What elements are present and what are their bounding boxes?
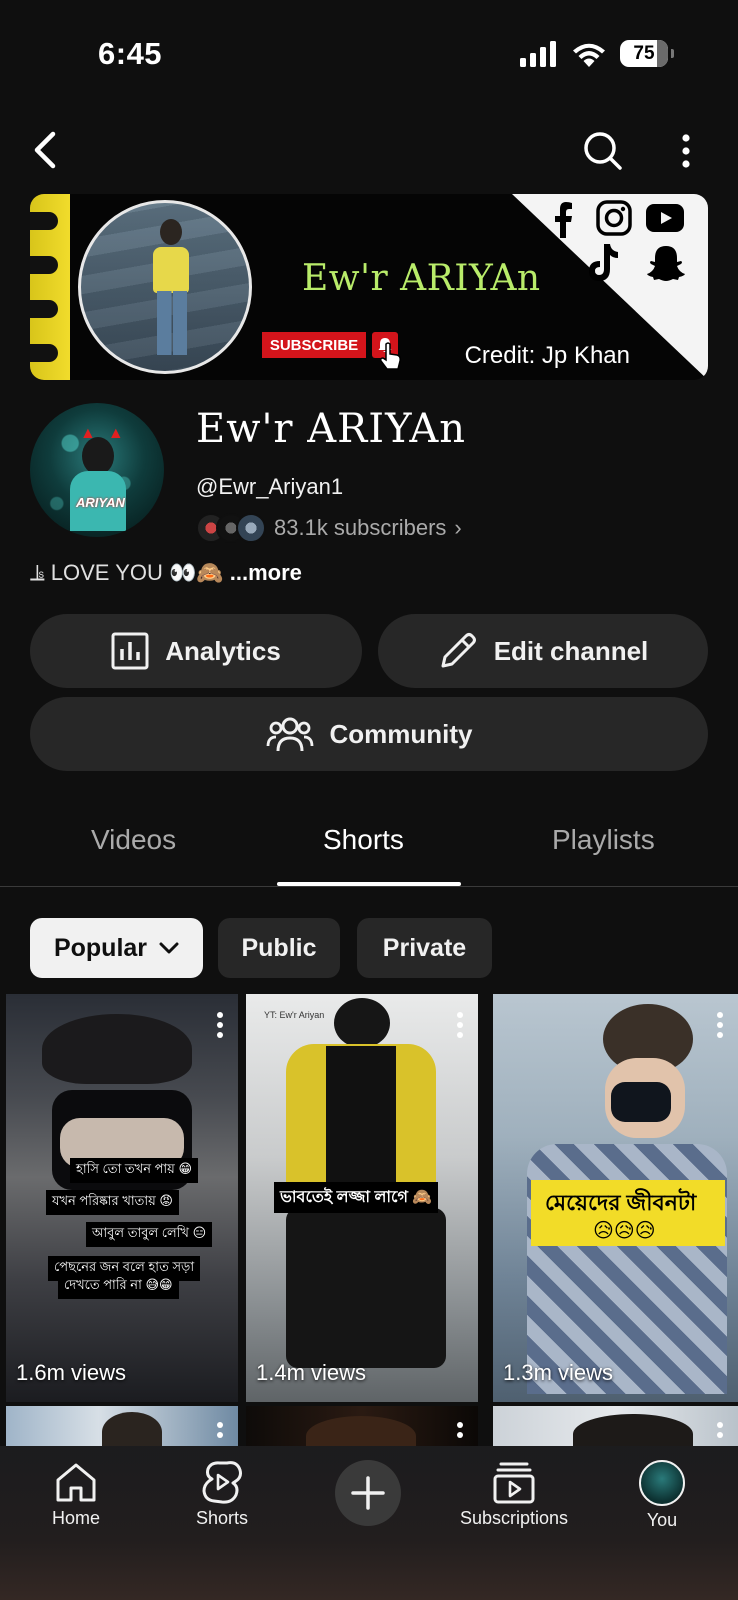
short-more-icon[interactable] (456, 1422, 464, 1446)
short-views: 1.3m views (503, 1360, 614, 1385)
more-options-button[interactable] (666, 128, 706, 174)
tab-playlists[interactable]: Playlists (552, 824, 655, 856)
short-caption: YT: Ew'r Ariyan (264, 1010, 325, 1020)
facebook-icon (555, 202, 572, 238)
short-thumbnail[interactable]: মেয়েদের জীবনটা 😥😥😥 1.3m views (493, 994, 738, 1402)
channel-avatar[interactable]: ▲▲ ARIYAN (30, 403, 164, 537)
instagram-icon (596, 200, 632, 236)
nav-home-label: Home (51, 1508, 100, 1528)
analytics-label: Analytics (165, 635, 281, 666)
short-caption: 😥😥😥 (593, 1220, 656, 1242)
short-more-icon[interactable] (716, 1012, 724, 1038)
cursor-hand-icon (380, 342, 401, 370)
chip-public[interactable]: Public (218, 918, 340, 978)
shorts-icon (202, 1461, 242, 1504)
create-button[interactable] (335, 1460, 401, 1526)
analytics-button[interactable]: Analytics (30, 614, 362, 688)
short-caption: দেখতে পারি না 😅😁 (58, 1274, 179, 1299)
channel-banner: Ew'r ARIYAn SUBSCRIBE Credit: Jp Khan (30, 194, 708, 380)
search-icon (584, 132, 622, 170)
status-bar: 6:45 75 (0, 0, 738, 110)
tiktok-icon (589, 244, 618, 281)
channel-name: Ew'r ARIYAn (196, 406, 467, 452)
community-button[interactable]: Community (30, 697, 708, 771)
short-thumbnail[interactable] (246, 1406, 478, 1446)
status-time: 6:45 (98, 36, 163, 71)
nav-subscriptions[interactable]: Subscriptions (444, 1460, 584, 1529)
chevron-down-icon (159, 942, 179, 954)
analytics-icon (111, 632, 149, 670)
short-caption: হাসি তো তখন পায় 😁 (70, 1158, 199, 1183)
subscriber-avatars (196, 513, 266, 543)
top-bar (0, 120, 738, 180)
community-label: Community (329, 718, 473, 749)
bottom-navigation: Home Shorts Subscriptions You (0, 1446, 738, 1600)
short-more-icon[interactable] (456, 1012, 464, 1038)
banner-title: Ew'r ARIYAn (302, 258, 541, 299)
battery-level: 75 (633, 42, 655, 64)
nav-you[interactable]: You (592, 1460, 732, 1531)
status-icons: 75 (520, 40, 674, 67)
banner-decoration (30, 194, 70, 380)
short-views: 1.6m views (16, 1360, 127, 1385)
short-more-icon[interactable] (216, 1012, 224, 1038)
short-caption: যখন পরিষ্কার খাতায় 😡 (46, 1190, 179, 1215)
short-more-icon[interactable] (216, 1422, 224, 1446)
back-button[interactable] (24, 128, 64, 172)
more-link[interactable]: ...more (230, 560, 302, 586)
subscriber-count: 83.1k subscribers (274, 515, 447, 540)
short-thumbnail[interactable] (493, 1406, 738, 1446)
channel-handle: @Ewr_Ariyan1 (196, 474, 344, 499)
short-thumbnail[interactable] (6, 1406, 238, 1446)
wifi-icon (573, 43, 605, 67)
pencil-icon (441, 633, 476, 668)
tab-shorts[interactable]: Shorts (323, 824, 404, 856)
battery-indicator: 75 (620, 40, 674, 67)
banner-credit: Credit: Jp Khan (464, 342, 630, 369)
nav-subscriptions-label: Subscriptions (459, 1508, 569, 1528)
tab-videos[interactable]: Videos (91, 824, 176, 856)
short-views: 1.4m views (256, 1360, 367, 1385)
back-arrow-icon (34, 131, 56, 169)
subscribers-row[interactable]: 83.1k subscribers › (196, 512, 462, 544)
banner-portrait (78, 200, 252, 374)
short-more-icon[interactable] (716, 1422, 724, 1446)
active-tab-indicator (277, 882, 461, 886)
profile-avatar (639, 1460, 685, 1506)
nav-you-label: You (646, 1510, 678, 1530)
edit-channel-label: Edit channel (493, 635, 649, 666)
nav-shorts-label: Shorts (195, 1508, 249, 1528)
plus-icon (351, 1476, 385, 1510)
chip-popular-label: Popular (53, 933, 148, 962)
short-caption: ভাবতেই লজ্জা লাগে 🙈 (274, 1182, 439, 1213)
chevron-right-icon: › (454, 515, 462, 540)
chip-popular[interactable]: Popular (30, 918, 203, 978)
edit-channel-button[interactable]: Edit channel (378, 614, 708, 688)
banner-subscribe-graphic: SUBSCRIBE (262, 332, 366, 358)
home-icon (56, 1463, 96, 1502)
snapchat-icon (647, 246, 685, 281)
channel-description[interactable]: ⫡ LOVE YOU 👀🙈 ...more (30, 560, 302, 586)
more-vertical-icon (682, 134, 690, 168)
youtube-icon (646, 204, 684, 232)
short-thumbnail[interactable]: হাসি তো তখন পায় 😁 যখন পরিষ্কার খাতায় 😡… (6, 994, 238, 1402)
description-text: ⫡ LOVE YOU 👀🙈 (30, 560, 224, 585)
nav-shorts[interactable]: Shorts (152, 1460, 292, 1529)
nav-home[interactable]: Home (6, 1460, 146, 1529)
search-button[interactable] (580, 128, 626, 174)
chip-private[interactable]: Private (357, 918, 492, 978)
subscriptions-icon (493, 1462, 535, 1504)
cellular-signal-icon (520, 40, 556, 67)
short-caption: আবুল তাবুল লেখি 😑 (86, 1222, 213, 1247)
channel-tabs: Videos Shorts Playlists (0, 800, 738, 887)
short-thumbnail[interactable]: YT: Ew'r Ariyan ভাবতেই লজ্জা লাগে 🙈 1.4m… (246, 994, 478, 1402)
community-icon (266, 717, 313, 752)
